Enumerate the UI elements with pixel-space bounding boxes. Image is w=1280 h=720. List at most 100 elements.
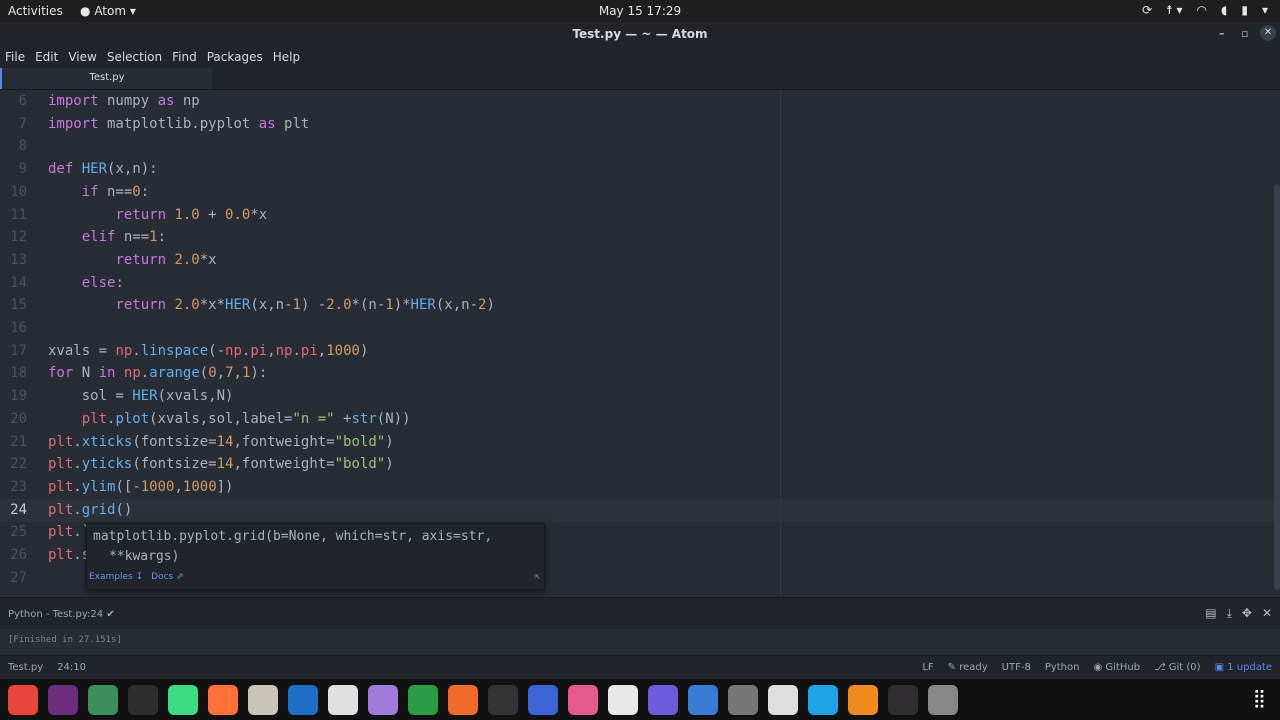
atom-icon[interactable] [88,684,118,715]
code-line[interactable]: elif n==1: [48,229,166,245]
texmaker-icon[interactable] [48,684,78,715]
settings-toggle-icon[interactable] [368,684,398,715]
line-number: 26 [10,547,27,563]
close-icon[interactable]: ✕ [1260,25,1276,41]
docs-link[interactable]: Docs ⇗ [151,572,183,582]
status-github[interactable]: ◉ GitHub [1093,662,1140,673]
disk-icon[interactable] [928,684,958,715]
code-line[interactable]: return 2.0*x*HER(x,n-1) -2.0*(n-1)*HER(x… [48,297,494,314]
code-line[interactable]: plt.ylim([-1000,1000]) [48,479,233,495]
chrome-icon[interactable] [8,684,38,715]
code-token: ) - [300,297,327,314]
code-line[interactable]: for N in np.arange(0,7,1): [48,365,267,381]
status-line-ending[interactable]: LF [922,662,933,673]
download-icon[interactable]: ⤓ [1227,606,1232,621]
code-token: 2.0 [326,297,352,314]
code-token: plt [48,524,74,541]
chat-icon[interactable] [608,684,638,715]
status-grammar[interactable]: Python [1045,662,1080,673]
script-output: [Finished in 27.151s] [0,629,1280,655]
code-line[interactable]: return 2.0*x [48,252,216,268]
tab-test-py[interactable]: Test.py [0,68,212,89]
signature-line-continued: **kwargs) [109,549,180,564]
pen-icon[interactable] [688,684,718,715]
files-icon[interactable] [248,684,278,715]
code-line[interactable]: plt.yticks(fontsize=14,fontweight="bold"… [48,456,394,472]
code-line[interactable]: sol = HER(xvals,N) [48,388,234,404]
code-token: numpy [98,93,158,109]
terminal-icon[interactable] [128,684,158,715]
status-file[interactable]: Test.py [8,662,43,673]
code-token: *x* [199,297,226,314]
code-token: 14 [216,456,234,473]
settings-icon[interactable]: ✥ [1242,606,1252,621]
editor-scrollbar[interactable] [1274,184,1280,590]
script-panel-header: Python - Test.py:24 ✔ ▤ ⤓ ✥ ✕ [0,597,1280,630]
app-icon[interactable] [808,684,838,715]
battery-icon[interactable]: ▮ [1241,3,1248,17]
menu-help[interactable]: Help [268,46,305,68]
line-number: 18 [10,365,27,382]
code-token: ( [199,365,209,382]
code-editor[interactable]: 6 7 8 9 10 11 12 13 14 15 16 17 18 19 20 21 22 23 24 25 26 27… [0,90,1280,597]
gear-icon[interactable] [728,684,758,715]
line-number: 6 [18,93,27,109]
color-picker-icon[interactable] [568,684,598,715]
writer-icon[interactable] [288,684,318,715]
status-git[interactable]: ⎇ Git (0) [1154,662,1201,673]
code-line[interactable]: plt.s [48,547,90,563]
menu-selection[interactable]: Selection [102,46,167,68]
android-studio-icon[interactable] [168,684,198,715]
code-line[interactable]: import matplotlib.pyplot as plt [48,116,309,132]
spreadsheet-icon[interactable] [408,684,438,715]
menu-find[interactable]: Find [167,46,202,68]
code-line[interactable]: return 1.0 + 0.0*x [48,207,267,223]
firefox-icon[interactable] [208,684,238,715]
obs-icon[interactable] [888,684,918,715]
status-updates[interactable]: ▣ 1 update [1215,662,1272,673]
monitor-icon[interactable] [328,684,358,715]
restore-icon[interactable]: ▫ [1241,27,1248,40]
wifi-icon[interactable]: ◠ [1197,3,1207,17]
code-line[interactable]: plt.plot(xvals,sol,label="n =" +str(N)) [48,411,411,427]
code-token: 1 [385,297,394,314]
wrench-icon: ✎ [947,662,957,673]
code-token: , [267,342,276,359]
menu-packages[interactable]: Packages [202,46,268,68]
menu-file[interactable]: File [0,46,30,68]
copy-icon[interactable]: ▤ [1205,606,1216,621]
code-line[interactable]: import numpy as np [48,93,200,109]
code-token: (fontsize= [132,433,217,450]
activity-icon[interactable] [488,684,518,715]
code-line[interactable]: xvals = np.linspace(-np.pi,np.pi,1000) [48,343,368,359]
minimize-icon[interactable]: – [1219,27,1225,40]
status-encoding[interactable]: UTF-8 [1002,662,1031,673]
menu-edit[interactable]: Edit [30,46,63,68]
code-line[interactable]: plt.grid() [48,502,132,518]
panel-title: Python - Test.py:24 ✔ [8,609,115,620]
store-icon[interactable] [448,684,478,715]
chevron-down-icon[interactable]: ▾ [1262,3,1268,17]
volume-icon[interactable]: ◖ [1221,3,1227,17]
code-line[interactable]: if n==0: [48,184,149,200]
calculator-icon[interactable] [768,684,798,715]
code-token: plt [48,547,74,563]
close-panel-icon[interactable]: ✕ [1262,606,1272,621]
screenshot-icon[interactable] [528,684,558,715]
show-apps-grid-icon[interactable]: ⣿ [1253,688,1266,709]
menu-view[interactable]: View [63,46,101,68]
code-line[interactable]: else: [48,275,124,291]
pin-icon[interactable]: ⇱ [535,572,540,582]
code-line[interactable]: def HER(x,n): [48,161,158,177]
clock[interactable]: May 15 17:29 [0,4,1280,18]
camera-icon[interactable] [648,684,678,715]
accessibility-icon[interactable]: ☨ ▾ [1166,3,1182,17]
code-line[interactable]: plt.` [48,524,90,540]
examples-link[interactable]: Examples ↧ [89,572,143,582]
status-cursor[interactable]: 24:10 [57,662,86,673]
status-ready[interactable]: ✎ ready [948,662,988,673]
update-icon[interactable]: ⟳ [1142,3,1152,17]
vlc-icon[interactable] [848,684,878,715]
code-line[interactable]: plt.xticks(fontsize=14,fontweight="bold"… [48,434,394,450]
